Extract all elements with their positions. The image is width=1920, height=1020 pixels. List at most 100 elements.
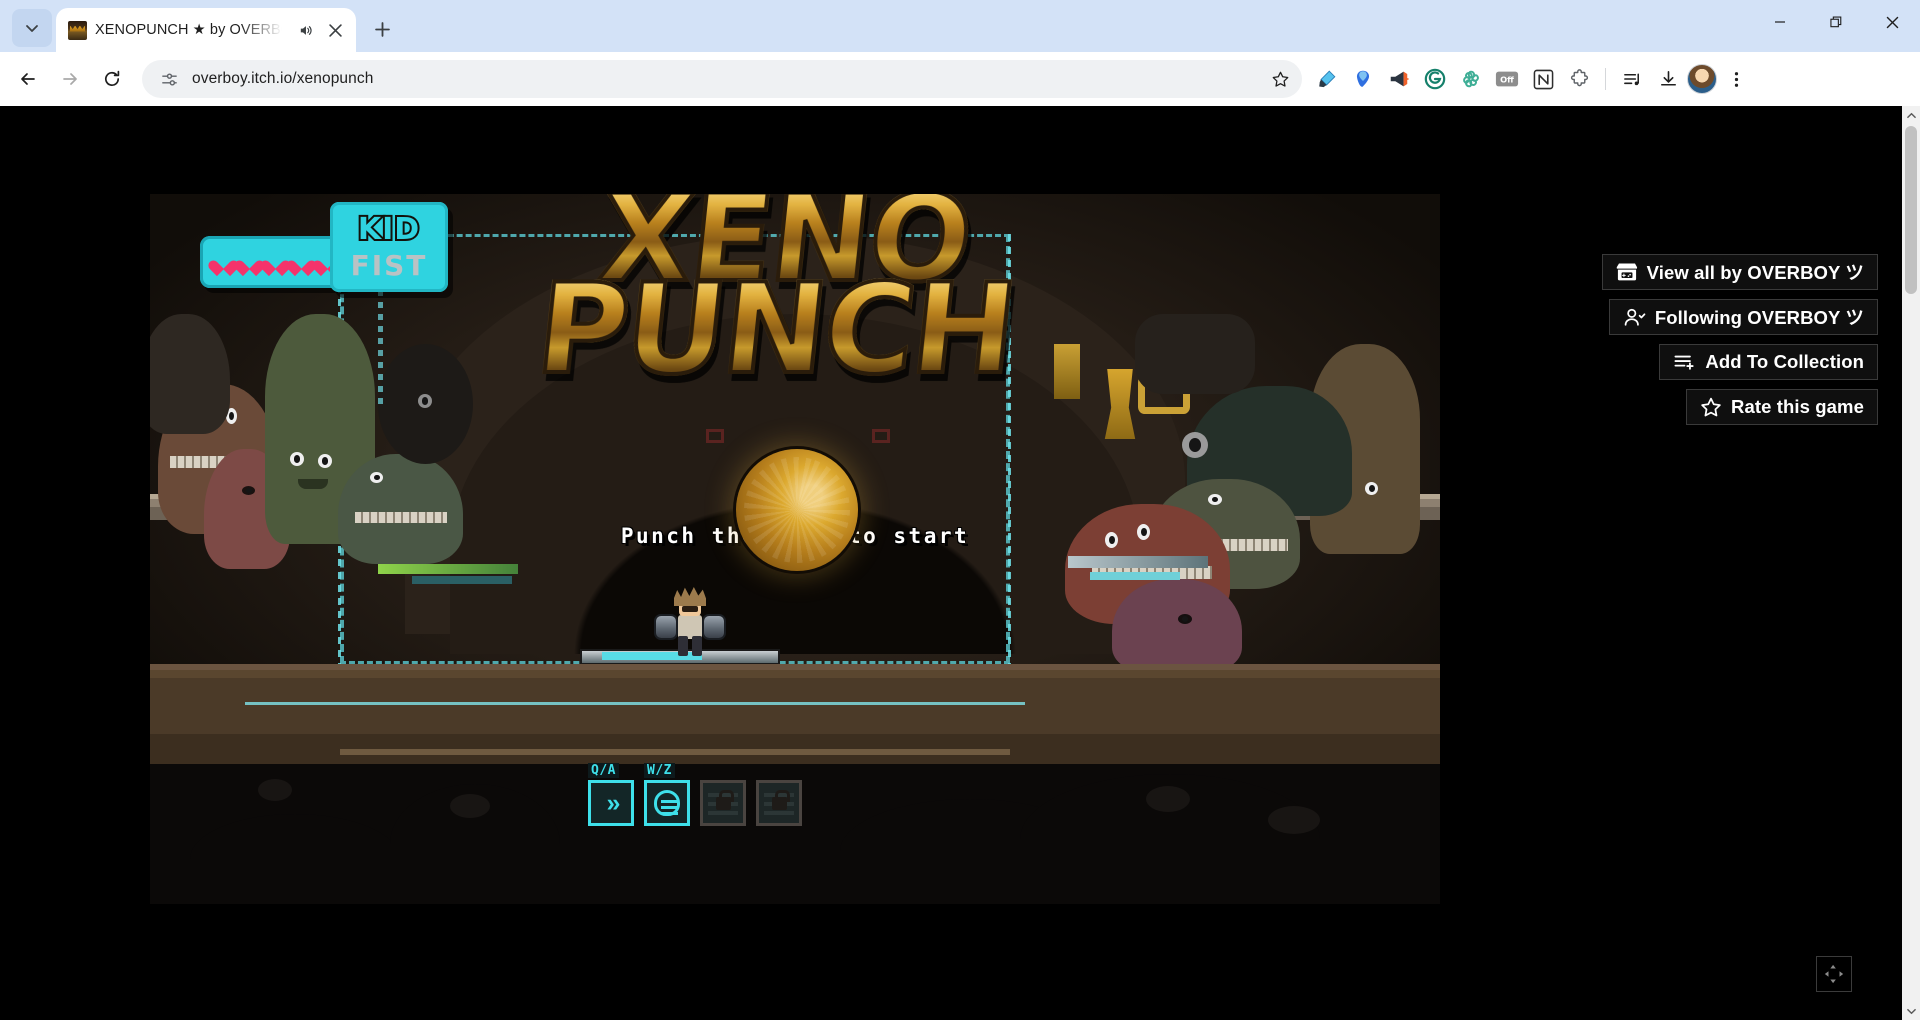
megaphone-extension-icon[interactable] bbox=[1382, 62, 1416, 96]
following-overboy-button[interactable]: Following OVERBOY ツ bbox=[1608, 299, 1878, 335]
sign-line-2: FIST bbox=[350, 249, 428, 282]
highlighter-extension-icon[interactable] bbox=[1310, 62, 1344, 96]
extensions-puzzle-icon[interactable] bbox=[1562, 62, 1596, 96]
fg-silhouette bbox=[190, 814, 400, 904]
alien-purple-right bbox=[1112, 579, 1242, 674]
tab-favicon-icon bbox=[68, 20, 87, 40]
ability-slot-punch[interactable]: W/Z bbox=[644, 763, 690, 826]
bookmark-star-icon[interactable] bbox=[1264, 63, 1296, 95]
user-check-icon bbox=[1623, 307, 1646, 327]
ring-rope-top bbox=[245, 702, 1025, 705]
alien-mouth bbox=[298, 479, 328, 489]
tab-strip: XENOPUNCH ★ by OVERBOY bbox=[0, 0, 1920, 52]
ability-key-label: Q/A bbox=[588, 763, 619, 778]
dictation-off-extension-icon[interactable]: Off bbox=[1490, 62, 1524, 96]
fg-highlight bbox=[258, 779, 292, 801]
ability-bar: Q/A » W/Z bbox=[588, 763, 802, 826]
notion-extension-icon[interactable] bbox=[1526, 62, 1560, 96]
punch-fist-icon bbox=[654, 790, 680, 816]
window-close-button[interactable] bbox=[1864, 0, 1920, 44]
character-hair bbox=[674, 587, 706, 606]
scrollbar-up-arrow[interactable] bbox=[1902, 106, 1920, 124]
gong-bracket-right bbox=[872, 429, 890, 443]
prop-bar-left bbox=[378, 564, 518, 574]
browser-toolbar: overboy.itch.io/xenopunch Off bbox=[0, 52, 1920, 106]
grammarly-extension-icon[interactable] bbox=[1418, 62, 1452, 96]
toolbar-divider bbox=[1605, 68, 1606, 90]
back-button[interactable] bbox=[8, 59, 48, 99]
alien-eye bbox=[370, 472, 383, 483]
tab-close-icon[interactable] bbox=[324, 19, 346, 41]
heart-icon bbox=[214, 254, 233, 271]
character-leg bbox=[692, 636, 702, 656]
alien-eye-grey bbox=[418, 394, 432, 408]
balloon-extension-icon[interactable] bbox=[1346, 62, 1380, 96]
alien-eye bbox=[1208, 494, 1222, 505]
fg-highlight bbox=[1146, 786, 1190, 812]
heart-icon bbox=[240, 254, 259, 271]
fg-highlight bbox=[1268, 806, 1320, 834]
window-maximize-button[interactable] bbox=[1808, 0, 1864, 44]
forward-button[interactable] bbox=[50, 59, 90, 99]
alien-eye bbox=[1365, 482, 1378, 495]
alien-eye bbox=[318, 454, 332, 468]
health-hud bbox=[200, 236, 350, 288]
add-to-collection-button[interactable]: Add To Collection bbox=[1659, 344, 1878, 380]
trophy-pillar bbox=[1054, 344, 1080, 399]
rate-this-game-button[interactable]: Rate this game bbox=[1686, 389, 1878, 425]
page-scrollbar[interactable] bbox=[1902, 106, 1920, 1020]
svg-text:Off: Off bbox=[1500, 74, 1514, 84]
prop-bar-left-2 bbox=[412, 576, 512, 584]
address-bar[interactable]: overboy.itch.io/xenopunch bbox=[142, 60, 1302, 98]
button-label: Add To Collection bbox=[1705, 351, 1864, 372]
scrollbar-thumb[interactable] bbox=[1905, 126, 1917, 294]
new-tab-button[interactable] bbox=[364, 11, 400, 47]
itchio-game-page: KID FIST XENO PUNCH Punch the gong to st… bbox=[0, 106, 1902, 1020]
heart-icon bbox=[292, 254, 311, 271]
kid-fist-sign: KID FIST bbox=[330, 202, 448, 292]
ability-slot-dash[interactable]: Q/A » bbox=[588, 763, 634, 826]
heart-icon bbox=[266, 254, 285, 271]
add-to-collection-icon bbox=[1673, 352, 1696, 372]
game-canvas[interactable]: KID FIST XENO PUNCH Punch the gong to st… bbox=[150, 194, 1440, 904]
media-controls-icon[interactable] bbox=[1615, 62, 1649, 96]
url-text[interactable]: overboy.itch.io/xenopunch bbox=[182, 70, 1264, 88]
scrollbar-down-arrow[interactable] bbox=[1902, 1002, 1920, 1020]
alien-big-eye bbox=[1182, 432, 1208, 458]
view-all-by-overboy-button[interactable]: View all by OVERBOY ツ bbox=[1601, 254, 1878, 290]
window-minimize-button[interactable] bbox=[1752, 0, 1808, 44]
itchio-action-buttons: View all by OVERBOY ツ Following OVERBOY … bbox=[1601, 254, 1878, 425]
browser-tab[interactable]: XENOPUNCH ★ by OVERBOY bbox=[56, 8, 356, 52]
itchio-logo-icon bbox=[1616, 262, 1638, 282]
ability-key-label: W/Z bbox=[644, 763, 675, 778]
downloads-icon[interactable] bbox=[1651, 62, 1685, 96]
player-character bbox=[656, 586, 724, 656]
lock-icon bbox=[771, 789, 790, 810]
tab-search-button[interactable] bbox=[12, 9, 52, 47]
tab-audio-icon[interactable] bbox=[294, 19, 316, 41]
ring-mat-edge bbox=[340, 749, 1010, 755]
gong-bracket-left bbox=[706, 429, 724, 443]
character-face bbox=[682, 606, 698, 612]
ability-slot-locked-2[interactable] bbox=[756, 780, 802, 826]
button-label: Following OVERBOY ツ bbox=[1654, 307, 1864, 328]
ability-slot-locked-1[interactable] bbox=[700, 780, 746, 826]
chrome-menu-icon[interactable] bbox=[1719, 62, 1753, 96]
wall-panel-right bbox=[1135, 314, 1255, 394]
button-label: View all by OVERBOY ツ bbox=[1646, 262, 1864, 283]
prop-bar-right-2 bbox=[1090, 572, 1180, 580]
profile-avatar[interactable] bbox=[1687, 64, 1717, 94]
fullscreen-button[interactable] bbox=[1816, 956, 1852, 992]
alien-eye bbox=[290, 452, 304, 466]
gong[interactable] bbox=[736, 449, 858, 571]
openai-extension-icon[interactable] bbox=[1454, 62, 1488, 96]
lock-icon bbox=[715, 789, 734, 810]
fg-highlight bbox=[450, 794, 490, 818]
star-outline-icon bbox=[1700, 397, 1722, 418]
sign-post bbox=[378, 290, 383, 410]
site-info-icon[interactable] bbox=[156, 70, 182, 89]
tab-title: XENOPUNCH ★ by OVERBOY bbox=[95, 22, 286, 38]
gauntlet-right-icon bbox=[704, 616, 724, 638]
sign-line-1: KID bbox=[356, 210, 421, 249]
reload-button[interactable] bbox=[92, 59, 132, 99]
